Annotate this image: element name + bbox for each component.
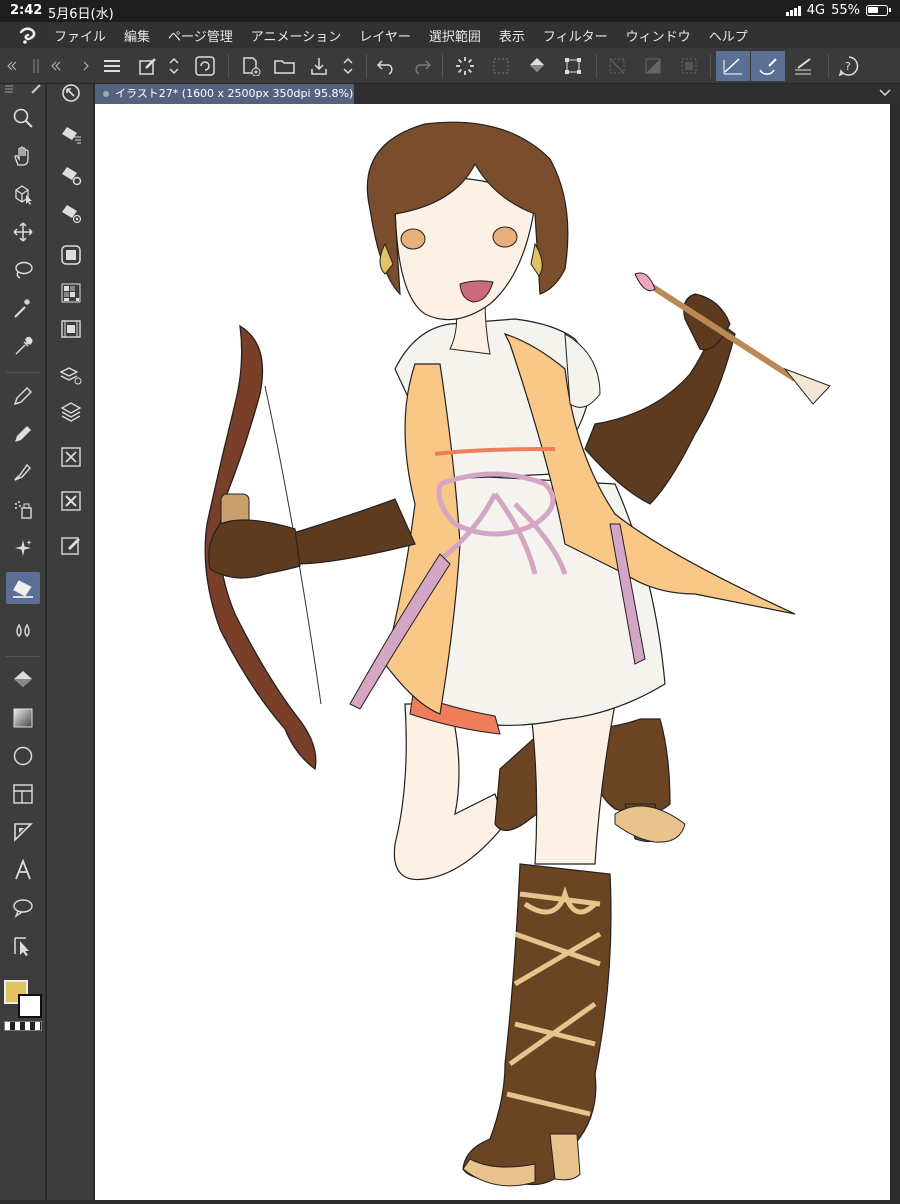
lasso-icon[interactable] [6,254,40,286]
clock: 2:42 [10,3,43,18]
pencil-icon[interactable] [6,418,40,450]
edit-layer-icon[interactable] [55,530,87,560]
help-icon[interactable]: ? [836,53,862,79]
signal-icon [785,5,801,16]
fill-bucket-icon[interactable] [524,53,550,79]
tool-palette [0,84,46,1200]
snap-special-ruler-icon[interactable] [751,51,785,81]
animation-timeline-icon[interactable] [55,314,87,344]
selection-frame-icon[interactable] [676,53,702,79]
menu-help[interactable]: ヘルプ [709,26,748,45]
fill-icon[interactable] [6,664,40,696]
snap-ruler-icon[interactable] [716,51,750,81]
menu-filter[interactable]: フィルター [543,26,608,45]
svg-text:?: ? [845,60,851,73]
menu-window[interactable]: ウィンドウ [626,26,691,45]
document-tab[interactable]: イラスト27* (1600 x 2500px 350dpi 95.8%) [95,84,354,104]
redo-icon[interactable] [409,53,435,79]
eraser-target-icon[interactable] [55,198,87,228]
open-folder-icon[interactable] [272,53,298,79]
left-arm [289,498,416,565]
selection-dots-icon[interactable] [488,53,514,79]
stepper-icon-2[interactable] [338,53,358,79]
eraser-icon[interactable] [6,572,40,604]
brush-indicator-icon [31,84,41,94]
hamburger-menu-icon[interactable] [99,53,125,79]
front-leg [529,703,616,865]
blend-icon[interactable] [6,614,40,646]
decoration-icon[interactable] [6,532,40,564]
menu-layer[interactable]: レイヤー [359,26,411,45]
gradient-icon[interactable] [6,702,40,734]
chevron-down-icon[interactable] [878,86,892,100]
left-glove [208,519,301,579]
menu-animation[interactable]: アニメーション [251,26,341,45]
menu-bar: ファイル 編集 ページ管理 アニメーション レイヤー 選択範囲 表示 フィルター… [0,22,900,48]
stepper-icon[interactable] [164,53,184,79]
menu-page[interactable]: ページ管理 [168,26,233,45]
navigator-icon[interactable] [55,78,87,108]
invert-selection-icon[interactable] [640,53,666,79]
chevron-right-icon[interactable] [78,53,94,79]
pen-icon[interactable] [6,380,40,412]
frame-icon[interactable] [6,778,40,810]
save-icon[interactable] [306,53,332,79]
eyedropper-icon[interactable] [6,330,40,362]
palette-header [4,84,42,96]
date: 5月6日(水) [48,7,114,22]
drawing-canvas[interactable] [95,104,890,1200]
brush-icon[interactable] [6,456,40,488]
ios-status-bar: 2:42 5月6日(水) 4G 55% [0,0,900,22]
panel-grip-icon[interactable] [28,53,44,79]
move-icon[interactable] [6,216,40,248]
document-tab-bar: イラスト27* (1600 x 2500px 350dpi 95.8%) [95,84,900,104]
layer-search-icon[interactable] [55,442,87,472]
object-select-icon[interactable] [6,178,40,210]
menu-view[interactable]: 表示 [499,26,525,45]
layer-property-icon[interactable] [55,360,87,390]
transparent-color-swatch[interactable] [4,1021,42,1031]
figure-icon[interactable] [6,740,40,772]
battery-label: 55% [831,3,860,18]
balloon-icon[interactable] [6,892,40,924]
menu-file[interactable]: ファイル [54,26,106,45]
eraser-settings-icon[interactable] [55,120,87,150]
new-file-icon[interactable] [238,53,264,79]
ruler-icon[interactable] [6,816,40,848]
text-icon[interactable] [6,854,40,886]
battery-icon [866,5,891,16]
correct-line-icon[interactable] [6,930,40,962]
status-indicators: 4G 55% [785,3,891,18]
loading-icon[interactable] [452,53,478,79]
app-logo-icon[interactable] [0,22,54,48]
color-set-icon[interactable] [55,278,87,308]
collapse-left-icon[interactable] [4,53,20,79]
magic-wand-icon[interactable] [6,292,40,324]
network-label: 4G [806,3,826,18]
illustration [204,121,831,1187]
edit-settings-icon[interactable] [135,53,161,79]
companion-icon[interactable] [192,53,218,79]
layers-icon[interactable] [55,396,87,426]
transform-icon[interactable] [560,53,586,79]
color-swatches [4,980,44,1020]
sub-color-swatch[interactable] [18,994,42,1018]
canvas-area [95,104,900,1200]
collapse-left-icon-2[interactable] [48,53,64,79]
command-bar: ? [0,48,900,84]
sub-tool-panel [47,84,94,1200]
deselect-icon[interactable] [604,53,630,79]
hand-icon[interactable] [6,140,40,172]
zoom-icon[interactable] [6,102,40,134]
snap-grid-icon[interactable] [790,53,816,79]
delete-layer-icon[interactable] [55,486,87,516]
undo-icon[interactable] [373,53,399,79]
menu-selection[interactable]: 選択範囲 [429,26,481,45]
airbrush-icon[interactable] [6,494,40,526]
eraser-gear-icon[interactable] [55,160,87,190]
palette-menu-icon [5,85,13,93]
color-circle-icon[interactable] [55,240,87,270]
menu-edit[interactable]: 編集 [124,26,150,45]
